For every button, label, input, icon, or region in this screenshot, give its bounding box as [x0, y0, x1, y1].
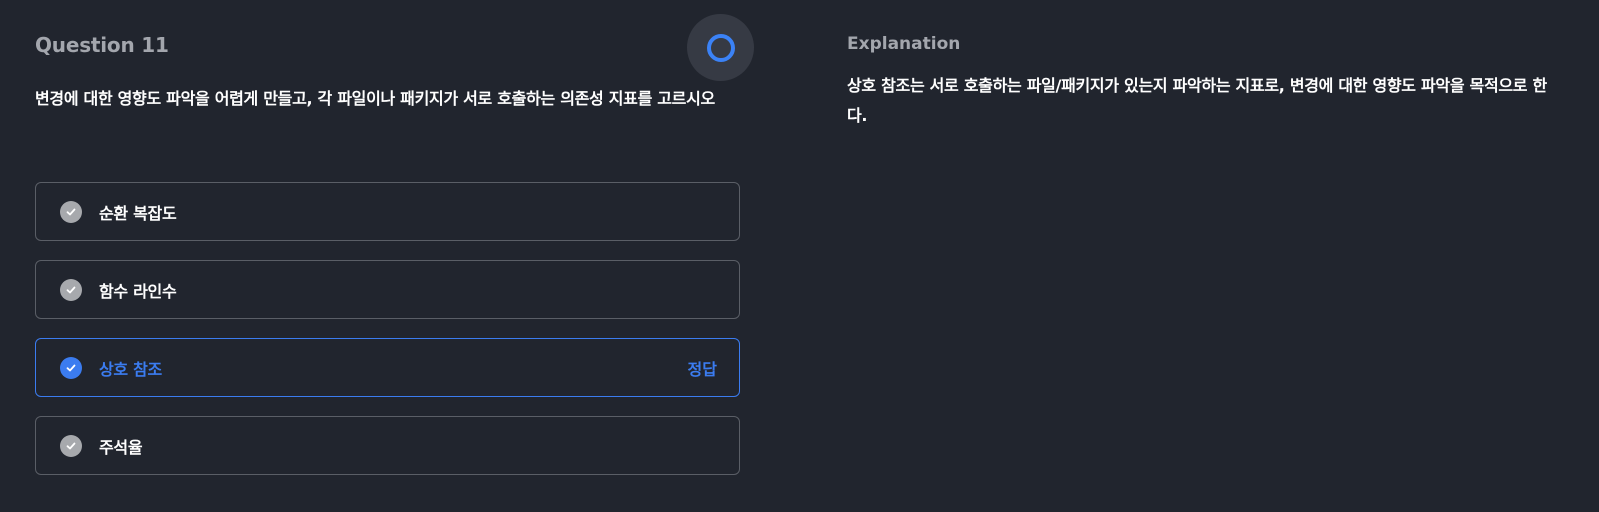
question-title: Question 11: [35, 33, 169, 57]
answer-options: 순환 복잡도 함수 라인수 상호 참조 정답 주석율: [35, 182, 740, 494]
explanation-title: Explanation: [847, 34, 961, 54]
check-circle-icon: [60, 434, 82, 457]
option-item-3[interactable]: 상호 참조 정답: [35, 338, 740, 397]
option-label: 함수 라인수: [99, 281, 177, 301]
ring-icon: [706, 33, 735, 62]
correct-answer-badge: 정답: [687, 359, 717, 379]
explanation-text: 상호 참조는 서로 호출하는 파일/패키지가 있는지 파악하는 지표로, 변경에…: [847, 76, 1547, 125]
option-item-2[interactable]: 함수 라인수: [35, 260, 740, 319]
question-status-button[interactable]: [687, 14, 754, 81]
option-label: 순환 복잡도: [99, 203, 177, 223]
explanation-panel: Explanation 상호 참조는 서로 호출하는 파일/패키지가 있는지 파…: [847, 30, 1547, 131]
check-circle-icon: [60, 278, 82, 301]
check-circle-icon: [60, 356, 82, 379]
option-item-4[interactable]: 주석율: [35, 416, 740, 475]
check-circle-icon: [60, 200, 82, 223]
option-label: 주석율: [99, 437, 143, 457]
question-text: 변경에 대한 영향도 파악을 어렵게 만들고, 각 파일이나 패키지가 서로 호…: [35, 89, 715, 108]
option-label: 상호 참조: [99, 359, 162, 379]
option-item-1[interactable]: 순환 복잡도: [35, 182, 740, 241]
quiz-page: Question 11 변경에 대한 영향도 파악을 어렵게 만들고, 각 파일…: [0, 0, 1599, 512]
